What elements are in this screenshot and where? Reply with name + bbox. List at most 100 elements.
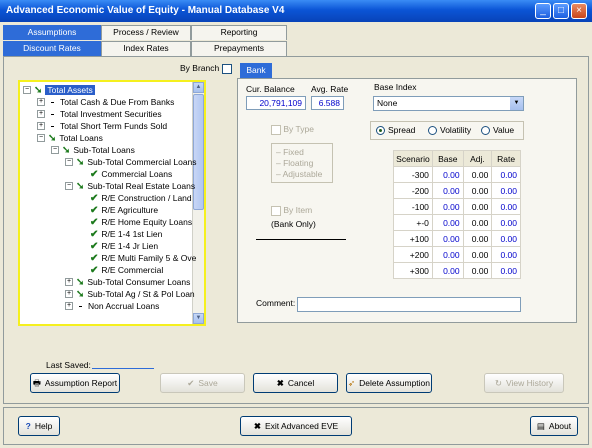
tree-node[interactable]: + Total Short Term Funds Sold: [37, 120, 167, 132]
window-title: Advanced Economic Value of Equity - Manu…: [6, 5, 285, 16]
tab-bank[interactable]: Bank: [240, 63, 272, 78]
by-type-row: By Type: [271, 124, 314, 135]
scroll-up-arrow[interactable]: ▲: [193, 82, 204, 93]
account-tree[interactable]: ▲ ▼ − ➘ Total Assets + Total Cash & Due Fr…: [18, 80, 206, 326]
tab-reporting[interactable]: Reporting: [191, 25, 287, 40]
base-index-value: None: [377, 98, 398, 108]
base-index-label: Base Index: [374, 82, 417, 92]
check-icon: ✔: [90, 192, 99, 204]
tree-node[interactable]: + ➘ Sub-Total Ag / St & Pol Loan: [65, 288, 195, 300]
bank-only-note: (Bank Only): [271, 219, 316, 229]
chevron-down-icon[interactable]: ▼: [510, 97, 523, 110]
about-button[interactable]: ▤ About: [530, 416, 578, 436]
history-icon: ↻: [494, 378, 503, 388]
tab-discount-rates[interactable]: Discount Rates: [3, 41, 101, 56]
arrow-icon: ➘: [76, 276, 85, 288]
grid-row[interactable]: -200 0.00 0.00 0.00: [393, 182, 521, 199]
check-icon: ✔: [90, 240, 99, 252]
type-options-group: – Fixed – Floating – Adjustable: [271, 143, 333, 183]
tab-assumptions[interactable]: Assumptions: [3, 25, 101, 40]
radio-volatility[interactable]: Volatility: [428, 125, 471, 136]
tree-node[interactable]: + Total Investment Securities: [37, 108, 162, 120]
assumption-report-button[interactable]: 🖶 Assumption Report: [30, 373, 120, 393]
grid-row[interactable]: -300 0.00 0.00 0.00: [393, 166, 521, 183]
arrow-icon: ➘: [48, 132, 57, 144]
type-option-adjustable[interactable]: – Adjustable: [276, 169, 322, 179]
cancel-button[interactable]: ✖ Cancel: [253, 373, 338, 393]
scroll-thumb[interactable]: [193, 94, 204, 210]
tree-node[interactable]: ✔ R/E Multi Family 5 & Ove: [90, 252, 196, 264]
save-button[interactable]: ✔ Save: [160, 373, 245, 393]
help-icon: ?: [25, 421, 31, 431]
arrow-icon: ➘: [76, 288, 85, 300]
check-icon: ✔: [90, 228, 99, 240]
tab-process-review[interactable]: Process / Review: [101, 25, 191, 40]
check-icon: ✔: [90, 264, 99, 276]
scroll-down-arrow[interactable]: ▼: [193, 313, 204, 324]
arrow-icon: ➘: [62, 144, 71, 156]
check-icon: ✔: [90, 168, 99, 180]
arrow-icon: ➘: [76, 180, 85, 192]
close-button[interactable]: ×: [571, 3, 587, 19]
tree-node[interactable]: − ➘ Sub-Total Commercial Loans: [65, 156, 197, 168]
grid-row[interactable]: +100 0.00 0.00 0.00: [393, 230, 521, 247]
divider: [256, 239, 346, 240]
check-icon: ✔: [90, 252, 99, 264]
view-history-button[interactable]: ↻ View History: [484, 373, 564, 393]
help-button[interactable]: ? Help: [18, 416, 60, 436]
grid-row[interactable]: +300 0.00 0.00 0.00: [393, 262, 521, 279]
tree-node-total-assets[interactable]: − ➘ Total Assets: [23, 84, 95, 96]
radio-spread[interactable]: Spread: [376, 125, 415, 136]
type-option-floating[interactable]: – Floating: [276, 158, 313, 168]
arrow-icon: ➘: [34, 84, 43, 96]
exit-button[interactable]: ✖ Exit Advanced EVE: [240, 416, 352, 436]
tree-node[interactable]: − ➘ Total Loans: [37, 132, 103, 144]
grid-row[interactable]: -100 0.00 0.00 0.00: [393, 198, 521, 215]
minimize-button[interactable]: _: [535, 3, 551, 19]
base-index-select[interactable]: None ▼: [373, 96, 524, 111]
by-branch-checkbox[interactable]: [221, 63, 232, 74]
cur-balance-label: Cur. Balance: [246, 84, 295, 94]
tree-node[interactable]: + Non Accrual Loans: [65, 300, 159, 312]
tree-node[interactable]: ✔ R/E Agriculture: [90, 204, 158, 216]
by-type-label: By Type: [283, 124, 314, 134]
comment-input[interactable]: [297, 297, 521, 312]
type-option-fixed[interactable]: – Fixed: [276, 147, 304, 157]
tree-node[interactable]: ✔ R/E Commercial: [90, 264, 163, 276]
tree-node[interactable]: ✔ R/E 1-4 Jr Lien: [90, 240, 158, 252]
checkmark-icon: ✔: [187, 378, 195, 388]
avg-rate-field[interactable]: 6.588: [311, 96, 344, 110]
tree-node[interactable]: ✔ R/E 1-4 1st Lien: [90, 228, 162, 240]
grid-row[interactable]: +200 0.00 0.00 0.00: [393, 246, 521, 263]
grid-header-row: Scenario Base Adj. Rate: [393, 150, 521, 167]
x-icon: ✖: [253, 421, 261, 431]
by-item-row: By Item: [271, 205, 312, 216]
radio-value[interactable]: Value: [481, 125, 514, 136]
grid-row[interactable]: +-0 0.00 0.00 0.00: [393, 214, 521, 231]
by-type-checkbox[interactable]: [271, 124, 281, 135]
comment-label: Comment:: [256, 298, 296, 308]
last-saved-label: Last Saved:: [46, 360, 91, 370]
maximize-button[interactable]: □: [553, 3, 569, 19]
info-icon: ▤: [536, 421, 545, 431]
delete-assumption-button[interactable]: ➶ Delete Assumption: [346, 373, 432, 393]
check-icon: ✔: [90, 204, 99, 216]
tree-node[interactable]: ✔ Commercial Loans: [90, 168, 172, 180]
tree-node[interactable]: ✔ R/E Home Equity Loans: [90, 216, 192, 228]
tab-prepayments[interactable]: Prepayments: [191, 41, 287, 56]
tree-node[interactable]: ✔ R/E Construction / Land: [90, 192, 192, 204]
by-item-checkbox[interactable]: [271, 205, 281, 216]
x-icon: ✖: [276, 378, 284, 388]
pointer-icon: ➶: [348, 378, 356, 388]
tree-node[interactable]: + ➘ Sub-Total Consumer Loans: [65, 276, 190, 288]
last-saved-value-line: [92, 368, 154, 369]
check-icon: ✔: [90, 216, 99, 228]
tree-node[interactable]: − ➘ Sub-Total Real Estate Loans: [65, 180, 195, 192]
tab-index-rates[interactable]: Index Rates: [101, 41, 191, 56]
tree-node[interactable]: − ➘ Sub-Total Loans: [51, 144, 135, 156]
avg-rate-label: Avg. Rate: [311, 84, 349, 94]
window-title-bar: Advanced Economic Value of Equity - Manu…: [0, 0, 592, 22]
tree-node[interactable]: + Total Cash & Due From Banks: [37, 96, 174, 108]
cur-balance-field[interactable]: 20,791,109: [246, 96, 306, 110]
scenario-grid: Scenario Base Adj. Rate -300 0.00 0.00 0.00…: [393, 150, 521, 279]
